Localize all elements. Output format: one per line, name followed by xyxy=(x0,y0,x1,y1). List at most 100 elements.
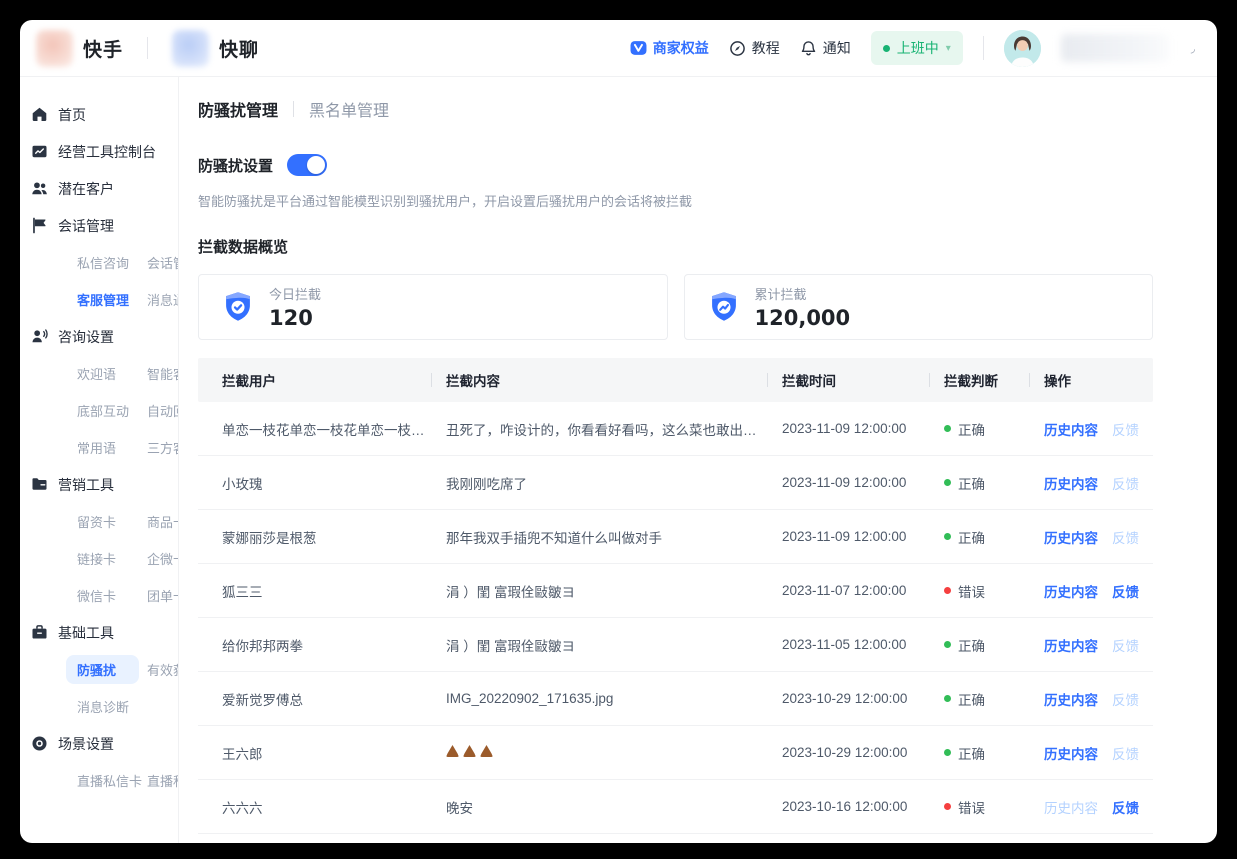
cell-verdict: 正确 xyxy=(944,689,1044,709)
sidebar-item[interactable]: 首页 xyxy=(20,96,178,133)
top-header: 快手 快聊 商家权益 教程 通知 上班中 ▾ xyxy=(20,20,1217,77)
stat-label: 今日拦截 xyxy=(269,284,321,303)
chat-flag-icon xyxy=(31,217,48,234)
history-content-link[interactable]: 历史内容 xyxy=(1044,419,1098,439)
sidebar-item[interactable]: 基础工具 xyxy=(20,614,178,651)
sidebar-sublink[interactable]: 团单卡新 xyxy=(147,577,179,614)
tab-divider xyxy=(293,101,294,117)
sidebar-sublink[interactable]: 商品卡 xyxy=(147,503,179,540)
sidebar-sublink-label: 有效获客 xyxy=(147,660,179,679)
sidebar-sublink[interactable]: 企微卡 xyxy=(147,540,179,577)
history-content-link[interactable]: 历史内容 xyxy=(1044,797,1098,817)
history-content-link[interactable]: 历史内容 xyxy=(1044,635,1098,655)
sidebar-sublink[interactable]: 三方客服 xyxy=(147,429,179,466)
tutorial-link[interactable]: 教程 xyxy=(729,38,780,58)
sidebar-sublink[interactable]: 微信卡 xyxy=(77,577,147,614)
sidebar-item[interactable]: 场景设置 xyxy=(20,725,178,762)
sidebar-sublink[interactable]: 底部互动 xyxy=(77,392,147,429)
brand-divider xyxy=(147,37,148,59)
cell-intercepted-user: 狐三三 xyxy=(198,581,446,601)
cell-verdict: 正确 xyxy=(944,743,1044,763)
table-header-cell: 拦截内容 xyxy=(446,370,782,390)
status-dot-icon xyxy=(944,479,951,486)
sidebar-sublink[interactable]: 防骚扰 xyxy=(77,651,147,688)
cell-actions: 历史内容反馈 xyxy=(1044,689,1153,709)
sidebar-sublink[interactable]: 直播私信卡 xyxy=(77,762,147,799)
sidebar-sublink[interactable]: 会话管理 xyxy=(147,244,179,281)
topbar-divider xyxy=(983,36,984,60)
stat-card-text: 今日拦截 120 xyxy=(269,284,321,330)
cell-intercept-time: 2023-11-09 12:00:00 xyxy=(782,475,944,490)
merchant-rights-link[interactable]: 商家权益 xyxy=(630,38,709,58)
sidebar-sublink-label: 会话管理 xyxy=(147,253,179,272)
avatar-image xyxy=(1004,30,1041,67)
cell-intercept-time: 2023-11-05 12:00:00 xyxy=(782,637,944,652)
cell-actions: 历史内容反馈 xyxy=(1044,419,1153,439)
toggle-knob xyxy=(307,156,325,174)
work-status-dropdown[interactable]: 上班中 ▾ xyxy=(871,31,963,65)
status-dot-icon xyxy=(944,641,951,648)
sidebar-item[interactable]: 经营工具控制台 xyxy=(20,133,178,170)
feedback-link[interactable]: 反馈 xyxy=(1112,797,1139,817)
history-content-link[interactable]: 历史内容 xyxy=(1044,527,1098,547)
cell-intercept-time: 2023-10-16 12:00:00 xyxy=(782,799,944,814)
sidebar-sublink[interactable]: 私信咨询 xyxy=(77,244,147,281)
notification-link[interactable]: 通知 xyxy=(800,38,851,58)
cell-intercepted-content xyxy=(446,745,782,760)
sidebar-sublink[interactable]: 客服管理 xyxy=(77,281,147,318)
sidebar-sublink[interactable]: 消息通知 xyxy=(147,281,179,318)
sidebar-sublink[interactable]: 消息诊断 xyxy=(77,688,147,725)
sidebar-sublink-label: 直播私信卡 xyxy=(77,771,142,790)
feedback-link[interactable]: 反馈 xyxy=(1112,635,1139,655)
sidebar-item[interactable]: 会话管理 xyxy=(20,207,178,244)
verdict-label: 错误 xyxy=(958,797,985,817)
table-row: 六六六晚安2023-10-16 12:00:00错误历史内容反馈 xyxy=(198,780,1153,834)
sidebar-sublink-label: 留资卡 xyxy=(77,512,116,531)
history-content-link[interactable]: 历史内容 xyxy=(1044,473,1098,493)
sidebar-sublink[interactable]: 常用语 xyxy=(77,429,147,466)
stat-card-text: 累计拦截 120,000 xyxy=(755,284,851,330)
sidebar-item-label: 咨询设置 xyxy=(58,327,114,347)
sidebar-item[interactable]: 营销工具 xyxy=(20,466,178,503)
avatar[interactable] xyxy=(1004,30,1041,67)
sidebar-sublink-label: 常用语 xyxy=(77,438,116,457)
sidebar-sublink[interactable]: 链接卡 xyxy=(77,540,147,577)
cell-verdict: 正确 xyxy=(944,473,1044,493)
cell-actions: 历史内容反馈 xyxy=(1044,581,1153,601)
feedback-link[interactable]: 反馈 xyxy=(1112,689,1139,709)
sidebar-sublink-label: 自动回复 xyxy=(147,401,179,420)
sidebar-item[interactable]: 咨询设置 xyxy=(20,318,178,355)
sidebar-sublink[interactable]: 直播私信卡 xyxy=(147,762,179,799)
feedback-link[interactable]: 反馈 xyxy=(1112,527,1139,547)
chevron-down-icon: ▾ xyxy=(946,43,951,54)
tab-blacklist[interactable]: 黑名单管理 xyxy=(309,97,389,121)
sidebar-sublink-label: 商品卡 xyxy=(147,512,179,531)
feedback-link[interactable]: 反馈 xyxy=(1112,473,1139,493)
sidebar-sublink-label: 防骚扰 xyxy=(77,660,116,679)
status-dot-icon xyxy=(944,803,951,810)
stat-cards: 今日拦截 120 累计拦截 120,000 xyxy=(198,274,1153,340)
anti-harassment-toggle[interactable] xyxy=(287,154,327,176)
main-area: 防骚扰管理 黑名单管理 防骚扰设置 智能防骚扰是平台通过智能模型识别到骚扰用户，… xyxy=(179,77,1217,843)
table-header-cell: 操作 xyxy=(1044,370,1153,390)
sidebar-sub-links: 防骚扰 有效获客消息诊断 xyxy=(20,651,178,725)
feedback-link[interactable]: 反馈 xyxy=(1112,581,1139,601)
sidebar-sublink[interactable]: 自动回复 xyxy=(147,392,179,429)
status-dot-icon xyxy=(944,587,951,594)
console-icon xyxy=(31,143,48,160)
page-tabs: 防骚扰管理 黑名单管理 xyxy=(198,97,1153,121)
sidebar-sublink[interactable]: 智能客服 xyxy=(147,355,179,392)
sidebar-sublink[interactable]: 欢迎语 xyxy=(77,355,147,392)
user-menu-caret-icon[interactable]: ◞ xyxy=(1191,42,1195,55)
feedback-link[interactable]: 反馈 xyxy=(1112,743,1139,763)
online-dot-icon xyxy=(883,45,890,52)
history-content-link[interactable]: 历史内容 xyxy=(1044,581,1098,601)
tab-anti-harassment[interactable]: 防骚扰管理 xyxy=(198,97,278,121)
feedback-link[interactable]: 反馈 xyxy=(1112,419,1139,439)
sidebar-sublink[interactable]: 留资卡 xyxy=(77,503,147,540)
history-content-link[interactable]: 历史内容 xyxy=(1044,689,1098,709)
sidebar-item[interactable]: 潜在客户 xyxy=(20,170,178,207)
history-content-link[interactable]: 历史内容 xyxy=(1044,743,1098,763)
sidebar-sublink[interactable]: 有效获客 xyxy=(147,651,179,688)
cell-intercepted-content: 我刚刚吃席了 xyxy=(446,473,782,493)
